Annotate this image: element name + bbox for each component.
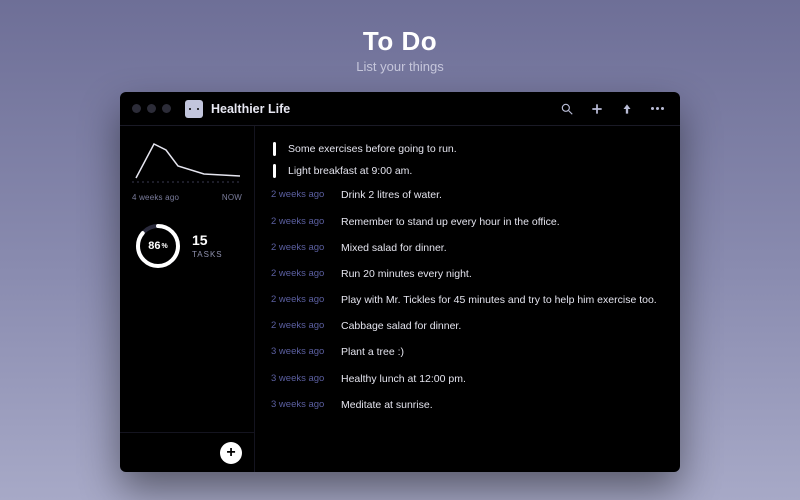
task-row[interactable]: 3 weeks ago Healthy lunch at 12:00 pm. xyxy=(271,366,662,392)
progress-stat: 86% 15 TASKS xyxy=(120,208,254,284)
window-close-icon[interactable] xyxy=(132,104,141,113)
task-count-label: TASKS xyxy=(192,250,223,259)
task-list[interactable]: Some exercises before going to run. Light… xyxy=(255,126,680,472)
task-row[interactable]: Light breakfast at 9:00 am. xyxy=(271,160,662,182)
activity-sparkline: 4 weeks ago NOW xyxy=(120,126,254,208)
task-row[interactable]: 3 weeks ago Plant a tree :) xyxy=(271,339,662,365)
search-icon[interactable] xyxy=(556,98,578,120)
window-title: Healthier Life xyxy=(211,102,290,116)
task-count: 15 xyxy=(192,233,223,247)
task-row[interactable]: 2 weeks ago Play with Mr. Tickles for 45 … xyxy=(271,287,662,313)
more-icon[interactable] xyxy=(646,98,668,120)
app-window: Healthier Life 4 weeks ago NOW xyxy=(120,92,680,472)
hero: To Do List your things xyxy=(0,0,800,74)
sidebar-footer: + xyxy=(120,432,254,472)
task-age: 3 weeks ago xyxy=(271,345,331,359)
task-age: 2 weeks ago xyxy=(271,215,331,229)
hero-subtitle: List your things xyxy=(0,59,800,74)
range-end-label: NOW xyxy=(222,193,242,202)
task-text: Play with Mr. Tickles for 45 minutes and… xyxy=(341,293,662,307)
task-text: Plant a tree :) xyxy=(341,345,662,359)
window-controls[interactable] xyxy=(132,104,171,113)
add-icon[interactable] xyxy=(586,98,608,120)
task-row[interactable]: 2 weeks ago Mixed salad for dinner. xyxy=(271,235,662,261)
task-text: Drink 2 litres of water. xyxy=(341,188,662,202)
task-age: 2 weeks ago xyxy=(271,267,331,281)
upload-icon[interactable] xyxy=(616,98,638,120)
highlight-bar-icon xyxy=(273,142,276,156)
task-text: Cabbage salad for dinner. xyxy=(341,319,662,333)
task-age: 2 weeks ago xyxy=(271,293,331,307)
task-text: Run 20 minutes every night. xyxy=(341,267,662,281)
range-start-label: 4 weeks ago xyxy=(132,193,179,202)
task-row[interactable]: 2 weeks ago Run 20 minutes every night. xyxy=(271,261,662,287)
task-row[interactable]: 2 weeks ago Drink 2 litres of water. xyxy=(271,182,662,208)
task-row[interactable]: 2 weeks ago Remember to stand up every ho… xyxy=(271,209,662,235)
task-text: Some exercises before going to run. xyxy=(288,142,662,156)
window-minimize-icon[interactable] xyxy=(147,104,156,113)
titlebar: Healthier Life xyxy=(120,92,680,126)
task-text: Healthy lunch at 12:00 pm. xyxy=(341,372,662,386)
task-age: 2 weeks ago xyxy=(271,319,331,333)
highlight-bar-icon xyxy=(273,164,276,178)
task-text: Remember to stand up every hour in the o… xyxy=(341,215,662,229)
progress-suffix: % xyxy=(162,243,168,250)
task-age: 3 weeks ago xyxy=(271,372,331,386)
task-age: 3 weeks ago xyxy=(271,398,331,412)
progress-value: 86 xyxy=(148,240,160,252)
task-age: 2 weeks ago xyxy=(271,241,331,255)
task-row[interactable]: 2 weeks ago Cabbage salad for dinner. xyxy=(271,313,662,339)
task-age: 2 weeks ago xyxy=(271,188,331,202)
task-row[interactable]: 3 weeks ago Meditate at sunrise. xyxy=(271,392,662,418)
task-text: Mixed salad for dinner. xyxy=(341,241,662,255)
add-task-button[interactable]: + xyxy=(220,442,242,464)
hero-title: To Do xyxy=(0,26,800,57)
window-zoom-icon[interactable] xyxy=(162,104,171,113)
task-row[interactable]: Some exercises before going to run. xyxy=(271,138,662,160)
sidebar: 4 weeks ago NOW 86% 15 TASKS xyxy=(120,126,255,472)
task-text: Light breakfast at 9:00 am. xyxy=(288,164,662,178)
progress-donut-icon: 86% xyxy=(134,222,182,270)
app-icon xyxy=(185,100,203,118)
task-text: Meditate at sunrise. xyxy=(341,398,662,412)
